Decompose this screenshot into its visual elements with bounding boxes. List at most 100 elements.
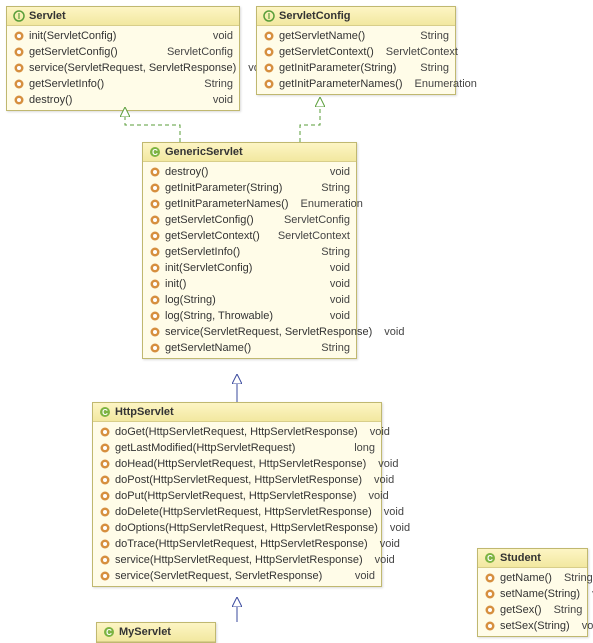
method-icon	[263, 78, 275, 90]
class-icon: C	[103, 626, 115, 638]
method-name: getInitParameterNames()	[279, 78, 403, 90]
method-icon	[263, 62, 275, 74]
method-name: getSex()	[500, 604, 542, 616]
class-servletconfig[interactable]: I ServletConfig getServletName()Stringge…	[256, 6, 456, 95]
method-row[interactable]: setName(String)void	[478, 586, 587, 602]
method-row[interactable]: getServletConfig()ServletConfig	[7, 44, 239, 60]
method-icon	[149, 278, 161, 290]
method-icon	[13, 94, 25, 106]
method-row[interactable]: service(HttpServletRequest, HttpServletR…	[93, 552, 381, 568]
class-title: MyServlet	[119, 626, 171, 638]
svg-text:C: C	[106, 628, 112, 637]
class-title: HttpServlet	[115, 406, 174, 418]
method-name: getServletName()	[165, 342, 309, 354]
method-row[interactable]: destroy()void	[7, 92, 239, 108]
method-row[interactable]: getLastModified(HttpServletRequest) long	[93, 440, 381, 456]
class-icon: C	[484, 552, 496, 564]
method-icon	[99, 506, 111, 518]
interface-icon: I	[13, 10, 25, 22]
method-name: doTrace(HttpServletRequest, HttpServletR…	[115, 538, 368, 550]
method-row[interactable]: doDelete(HttpServletRequest, HttpServlet…	[93, 504, 381, 520]
method-icon	[13, 30, 25, 42]
method-row[interactable]: getInitParameter(String)String	[257, 60, 455, 76]
method-name: service(ServletRequest, ServletResponse)	[165, 326, 372, 338]
method-name: getServletConfig()	[165, 214, 272, 226]
return-type: long	[346, 442, 375, 454]
method-icon	[99, 458, 111, 470]
class-body-servlet: init(ServletConfig)voidgetServletConfig(…	[7, 26, 239, 110]
method-name: setSex(String)	[500, 620, 570, 632]
method-row[interactable]: doTrace(HttpServletRequest, HttpServletR…	[93, 536, 381, 552]
method-icon	[149, 262, 161, 274]
method-icon	[99, 522, 111, 534]
class-genericservlet[interactable]: C GenericServlet destroy()voidgetInitPar…	[142, 142, 357, 359]
method-name: getInitParameter(String)	[165, 182, 309, 194]
method-name: getName()	[500, 572, 552, 584]
class-body-genericservlet: destroy()voidgetInitParameter(String)Str…	[143, 162, 356, 358]
method-row[interactable]: log(String)void	[143, 292, 356, 308]
method-name: doGet(HttpServletRequest, HttpServletRes…	[115, 426, 358, 438]
class-title: ServletConfig	[279, 10, 351, 22]
method-name: getServletInfo()	[29, 78, 192, 90]
class-header: C HttpServlet	[93, 403, 381, 422]
method-row[interactable]: getServletName()String	[143, 340, 356, 356]
method-row[interactable]: doOptions(HttpServletRequest, HttpServle…	[93, 520, 381, 536]
method-row[interactable]: getInitParameterNames()Enumeration	[257, 76, 455, 92]
method-row[interactable]: service(ServletRequest, ServletResponse)…	[7, 60, 239, 76]
method-row[interactable]: getServletName()String	[257, 28, 455, 44]
method-name: doHead(HttpServletRequest, HttpServletRe…	[115, 458, 366, 470]
method-row[interactable]: getSex()String	[478, 602, 587, 618]
method-row[interactable]: getServletContext() ServletContext	[143, 228, 356, 244]
return-type: void	[376, 506, 404, 518]
return-type: void	[574, 620, 593, 632]
class-httpservlet[interactable]: C HttpServlet doGet(HttpServletRequest, …	[92, 402, 382, 587]
class-body-httpservlet: doGet(HttpServletRequest, HttpServletRes…	[93, 422, 381, 586]
method-row[interactable]: doPut(HttpServletRequest, HttpServletRes…	[93, 488, 381, 504]
return-type: String	[313, 246, 350, 258]
method-row[interactable]: service(ServletRequest, ServletResponse)…	[93, 568, 381, 584]
method-name: doPost(HttpServletRequest, HttpServletRe…	[115, 474, 362, 486]
return-type: String	[196, 78, 233, 90]
return-type: void	[366, 474, 394, 486]
method-row[interactable]: setSex(String)void	[478, 618, 587, 634]
method-row[interactable]: getServletContext()ServletContext	[257, 44, 455, 60]
method-row[interactable]: getServletInfo()String	[143, 244, 356, 260]
method-icon	[149, 230, 161, 242]
method-name: service(ServletRequest, ServletResponse)	[115, 570, 343, 582]
method-row[interactable]: log(String, Throwable)void	[143, 308, 356, 324]
method-row[interactable]: getInitParameterNames()Enumeration	[143, 196, 356, 212]
method-row[interactable]: init(ServletConfig)void	[143, 260, 356, 276]
svg-text:I: I	[268, 12, 270, 21]
method-name: getLastModified(HttpServletRequest)	[115, 442, 342, 454]
class-body-servletconfig: getServletName()StringgetServletContext(…	[257, 26, 455, 94]
method-icon	[263, 46, 275, 58]
return-type: void	[322, 310, 350, 322]
method-row[interactable]: getServletConfig()ServletConfig	[143, 212, 356, 228]
method-row[interactable]: init()void	[143, 276, 356, 292]
method-icon	[99, 490, 111, 502]
class-student[interactable]: C Student getName()StringsetName(String)…	[477, 548, 588, 637]
method-row[interactable]: doPost(HttpServletRequest, HttpServletRe…	[93, 472, 381, 488]
method-row[interactable]: getInitParameter(String)String	[143, 180, 356, 196]
return-type: void	[584, 588, 593, 600]
method-icon	[149, 342, 161, 354]
method-name: getServletContext()	[165, 230, 266, 242]
return-type: ServletContext	[270, 230, 350, 242]
method-row[interactable]: service(ServletRequest, ServletResponse)…	[143, 324, 356, 340]
class-servlet[interactable]: I Servlet init(ServletConfig)voidgetServ…	[6, 6, 240, 111]
method-row[interactable]: doGet(HttpServletRequest, HttpServletRes…	[93, 424, 381, 440]
return-type: void	[322, 166, 350, 178]
return-type: String	[556, 572, 593, 584]
method-row[interactable]: init(ServletConfig)void	[7, 28, 239, 44]
method-row[interactable]: destroy() void	[143, 164, 356, 180]
method-name: getInitParameterNames()	[165, 198, 289, 210]
method-icon	[484, 588, 496, 600]
method-name: destroy()	[165, 166, 318, 178]
method-icon	[484, 620, 496, 632]
method-row[interactable]: getName()String	[478, 570, 587, 586]
method-name: setName(String)	[500, 588, 580, 600]
method-name: service(ServletRequest, ServletResponse)	[29, 62, 236, 74]
class-title: Student	[500, 552, 541, 564]
method-row[interactable]: doHead(HttpServletRequest, HttpServletRe…	[93, 456, 381, 472]
method-row[interactable]: getServletInfo() String	[7, 76, 239, 92]
